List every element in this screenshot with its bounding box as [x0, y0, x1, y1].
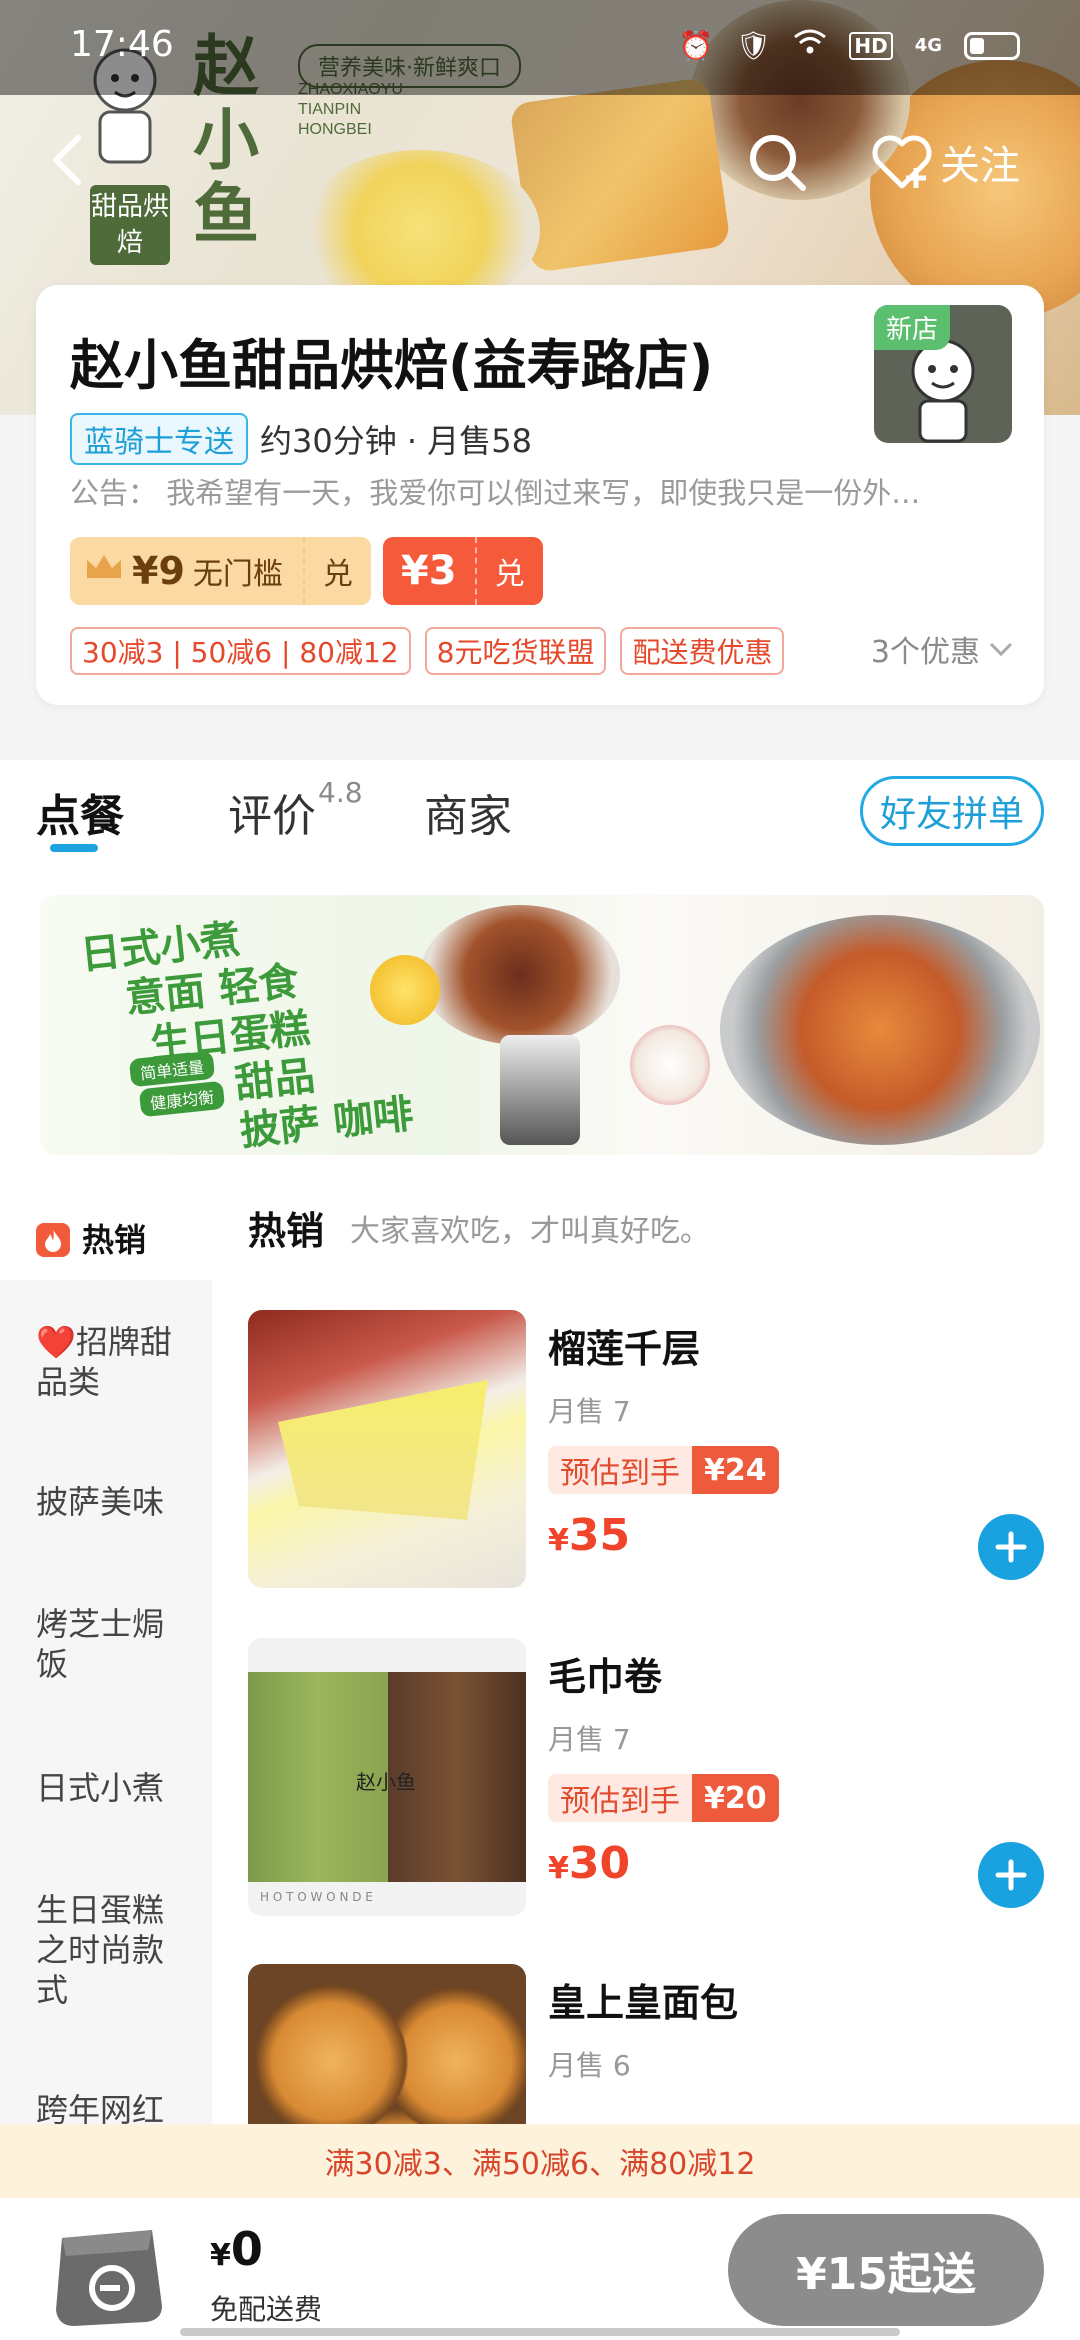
store-info-card: 赵小鱼甜品烘焙(益寿路店) 新店 蓝骑士专送 约30分钟 · 月售58 公告： …	[36, 285, 1044, 705]
plus-icon	[995, 1531, 1027, 1563]
coffee-cup-image	[500, 1035, 580, 1145]
signal-icon: 4G	[914, 35, 942, 56]
store-notice[interactable]: 公告： 我希望有一天，我爱你可以倒过来写，即使我只是一份外…	[70, 470, 1030, 512]
estimated-price: 预估到手 ¥20	[548, 1774, 779, 1822]
battery-icon	[964, 31, 1020, 60]
sidebar-item-pizza[interactable]: 披萨美味	[36, 1482, 186, 1522]
sidebar-item-japanese[interactable]: 日式小煮	[36, 1768, 186, 1808]
promo-tags[interactable]: 30减3 | 50减6 | 80减12 8元吃货联盟 配送费优惠	[70, 627, 785, 675]
delivery-meta: 蓝骑士专送 约30分钟 · 月售58	[70, 413, 532, 465]
coupon-amount: ¥3	[382, 537, 477, 605]
delivery-badge: 蓝骑士专送	[70, 413, 248, 465]
estimated-price: 预估到手 ¥24	[548, 1446, 779, 1494]
sidebar-item-signature[interactable]: ❤️招牌甜品类	[36, 1322, 186, 1402]
product-sales: 月售 7	[548, 1395, 631, 1428]
home-indicator[interactable]	[180, 2328, 900, 2336]
full-reduction-banner: 满30减3、满50减6、满80减12	[0, 2124, 1080, 2198]
plus-icon	[995, 1859, 1027, 1891]
product-name: 皇上皇面包	[548, 1981, 739, 2025]
status-time: 17:46	[70, 24, 174, 65]
shopping-bag-icon[interactable]	[48, 2216, 170, 2332]
status-icons: ⏰ 🛡 HD 4G	[679, 28, 1020, 63]
coupon-row: ¥9 无门槛 兑 ¥3 兑	[70, 537, 543, 605]
new-store-badge: 新店	[874, 305, 951, 350]
promo-tag: 30减3 | 50减6 | 80减12	[70, 627, 411, 675]
product-image: 赵小鱼 H O T O W O N D E	[248, 1638, 526, 1916]
food-plate-image	[509, 76, 731, 274]
cart-bar: ¥0 免配送费 ¥15起送	[0, 2198, 1080, 2340]
tab-underline	[50, 844, 98, 852]
cart-total: ¥0	[210, 2222, 263, 2276]
crown-icon	[84, 552, 124, 590]
coupon-redeem-button[interactable]: 兑	[304, 537, 371, 605]
store-tabs: 点餐 评价 4.8 商家 好友拼单	[0, 760, 1080, 860]
product-item[interactable]: 榴莲千层 月售 7 预估到手 ¥24 ¥35	[248, 1310, 1048, 1600]
dessert-image	[630, 1025, 710, 1105]
follow-button[interactable]: 关注	[870, 130, 1020, 194]
tab-merchant[interactable]: 商家	[424, 780, 512, 844]
review-score: 4.8	[318, 776, 363, 809]
delivery-info: 约30分钟 · 月售58	[260, 422, 532, 460]
heart-plus-icon	[872, 135, 932, 189]
tab-review[interactable]: 评价	[228, 780, 316, 844]
add-to-cart-button[interactable]	[978, 1842, 1044, 1908]
promo-tag: 8元吃货联盟	[424, 627, 607, 675]
more-promos-button[interactable]: 3个优惠	[871, 627, 1014, 671]
follow-label: 关注	[940, 143, 1020, 189]
tab-order[interactable]: 点餐	[36, 780, 124, 844]
promo-banner[interactable]: 日式小煮 意面 轻食 生日蛋糕 甜品 披萨 咖啡 简单适量 健康均衡	[40, 895, 1044, 1155]
chevron-left-icon	[53, 135, 81, 185]
store-name: 赵小鱼甜品烘焙(益寿路店)	[70, 334, 714, 397]
sidebar-item-label: 热销	[82, 1221, 147, 1259]
product-image	[248, 1310, 526, 1588]
product-name: 榴莲千层	[548, 1327, 701, 1371]
product-item[interactable]: 赵小鱼 H O T O W O N D E 毛巾卷 月售 7 预估到手 ¥20 …	[248, 1638, 1048, 1928]
promo-count: 3个优惠	[870, 635, 980, 670]
status-bar: 17:46 ⏰ 🛡 HD 4G	[0, 0, 1080, 95]
product-name: 毛巾卷	[548, 1655, 663, 1699]
hd-icon: HD	[849, 31, 893, 60]
sidebar-item-birthday-cake[interactable]: 生日蛋糕之时尚款式	[36, 1890, 186, 2010]
chevron-down-icon	[989, 642, 1013, 657]
group-order-button[interactable]: 好友拼单	[860, 776, 1044, 846]
pasta-image	[420, 905, 620, 1045]
brand-box: 甜品烘焙	[90, 185, 170, 265]
coupon-three[interactable]: ¥3 兑	[382, 537, 543, 605]
sidebar-item-hot[interactable]: 热销	[36, 1220, 186, 1260]
fire-icon	[36, 1223, 70, 1257]
product-price: ¥30	[548, 1838, 631, 1889]
lemon-image	[370, 955, 440, 1025]
promo-tag: 配送费优惠	[620, 627, 785, 675]
search-icon	[750, 135, 806, 191]
ramen-bowl-image	[720, 915, 1040, 1145]
coupon-amount: ¥9	[132, 549, 185, 593]
product-price: ¥35	[548, 1510, 631, 1561]
wifi-icon	[793, 28, 827, 63]
coupon-no-threshold[interactable]: ¥9 无门槛 兑	[70, 537, 371, 605]
back-button[interactable]	[40, 130, 100, 190]
search-button[interactable]	[745, 130, 809, 194]
checkout-button[interactable]: ¥15起送	[728, 2214, 1044, 2326]
product-sales: 月售 6	[548, 2049, 631, 2082]
store-logo[interactable]: 新店	[874, 305, 1012, 443]
sidebar-item-cheese-rice[interactable]: 烤芝士焗饭	[36, 1604, 186, 1684]
shield-icon: 🛡	[735, 29, 772, 62]
section-title: 热销	[248, 1209, 325, 1253]
coupon-label: 无门槛	[192, 557, 283, 592]
promo-banner-text: 日式小煮 意面 轻食 生日蛋糕 甜品 披萨 咖啡	[78, 916, 416, 1155]
add-to-cart-button[interactable]	[978, 1514, 1044, 1580]
product-sales: 月售 7	[548, 1723, 631, 1756]
coupon-redeem-button[interactable]: 兑	[476, 537, 543, 605]
alarm-icon: ⏰	[678, 29, 714, 62]
section-subtitle: 大家喜欢吃，才叫真好吃。	[350, 1214, 710, 1249]
delivery-fee: 免配送费	[210, 2293, 323, 2326]
